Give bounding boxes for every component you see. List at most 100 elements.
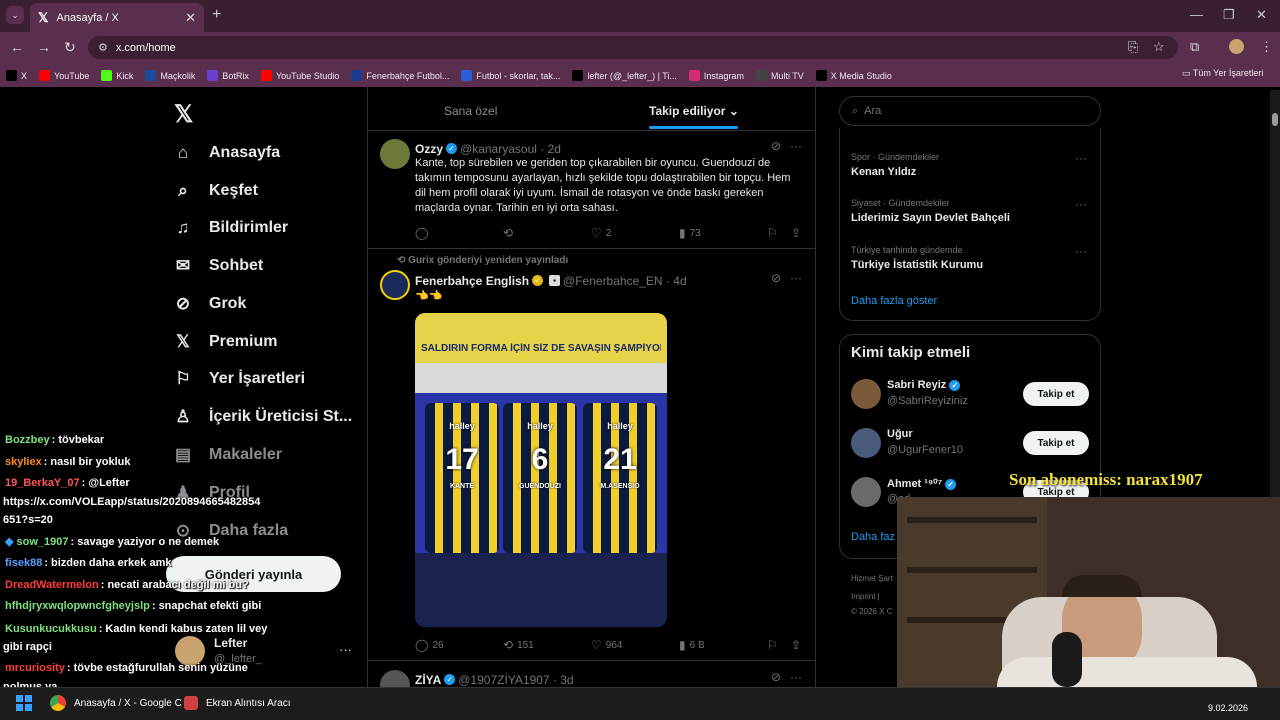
bookmark-star-icon[interactable]: ☆	[1153, 39, 1165, 55]
minimize-icon[interactable]: —	[1190, 7, 1203, 22]
share-icon[interactable]: ⇪	[791, 226, 805, 240]
install-app-icon[interactable]: ⎘	[1128, 39, 1138, 55]
profile-avatar[interactable]	[1229, 39, 1244, 54]
footer-link[interactable]: Imprint |	[851, 592, 880, 601]
bookmark-item[interactable]: X	[6, 70, 27, 81]
bookmark-item[interactable]: lefter (@_lefter_) | Ti...	[572, 70, 677, 81]
trend-more-icon[interactable]: ···	[1075, 244, 1087, 258]
verified-badge-icon: ✓	[945, 478, 957, 490]
tab-following[interactable]: Takip ediliyor ⌄	[649, 104, 739, 118]
footer-link[interactable]: Hizmet Şart	[851, 574, 893, 583]
restore-icon[interactable]: ❐	[1223, 7, 1235, 23]
scrollbar-thumb[interactable]	[1272, 113, 1278, 126]
trend-name[interactable]: Liderimiz Sayın Devlet Bahçeli	[851, 212, 1010, 224]
windows-start-icon[interactable]	[16, 695, 32, 711]
x-logo-icon[interactable]: 𝕏	[174, 100, 193, 129]
avatar[interactable]	[380, 139, 410, 169]
like-button[interactable]: ♡ 964	[591, 638, 622, 652]
taskbar-item-chrome[interactable]: Anasayfa / X - Google C	[50, 690, 182, 716]
bookmark-icon[interactable]: ⚐	[767, 226, 782, 240]
bookmark-item[interactable]: Instagram	[688, 70, 744, 81]
bookmark-item[interactable]: BotRix	[207, 70, 249, 81]
tweet-author[interactable]: Ozzy	[415, 142, 443, 156]
suggest-name[interactable]: Uğur	[887, 428, 913, 440]
repost-icon[interactable]: ⟲	[503, 226, 517, 240]
user-name: Lefter	[214, 636, 248, 650]
tweet-more-icon[interactable]: ···	[790, 139, 802, 153]
bookmark-icon[interactable]: ⚐	[767, 638, 782, 652]
bookmark-item[interactable]: Multi TV	[755, 70, 804, 81]
tweet-handle[interactable]: @Fenerbahce_EN · 4d	[563, 274, 687, 288]
sidebar-item-article[interactable]: ▤ Makaleler	[172, 445, 282, 465]
share-icon[interactable]: ⇪	[791, 638, 805, 652]
follow-button[interactable]: Takip et	[1023, 431, 1089, 455]
new-tab-icon[interactable]: +	[212, 6, 221, 24]
avatar[interactable]	[851, 379, 881, 409]
bookmark-item[interactable]: X Media Studio	[815, 70, 892, 81]
trend-name[interactable]: Türkiye İstatistik Kurumu	[851, 259, 983, 271]
tweet-handle[interactable]: @kanaryasoul · 2d	[460, 142, 561, 156]
sidebar-item-home[interactable]: ⌂ Anasayfa	[172, 143, 280, 163]
bookmark-item[interactable]: Kick	[101, 70, 133, 81]
grok-icon[interactable]: ⊘	[771, 271, 781, 285]
chat-text: : @Lefter	[81, 477, 130, 489]
repost-note-text[interactable]: Gurix gönderiyi yeniden yayınladı	[408, 255, 568, 266]
account-menu-icon[interactable]: ···	[339, 642, 352, 657]
sidebar-item-mail[interactable]: ✉ Sohbet	[172, 256, 263, 276]
reply-icon[interactable]: ◯	[415, 226, 432, 240]
suggest-name[interactable]: Ahmet ¹⁹⁰⁷	[887, 478, 942, 490]
suggest-name[interactable]: Sabri Reyiz	[887, 379, 946, 391]
close-window-icon[interactable]: ✕	[1256, 7, 1267, 23]
like-button[interactable]: ♡ 2	[591, 226, 611, 240]
grok-icon[interactable]: ⊘	[771, 670, 781, 684]
sidebar-item-x[interactable]: 𝕏 Premium	[172, 332, 277, 352]
show-more-link[interactable]: Daha fazla göster	[851, 295, 937, 307]
close-tab-icon[interactable]: ✕	[185, 10, 196, 26]
bookmark-item[interactable]: Fenerbahçe Futbol...	[351, 70, 449, 81]
grok-icon[interactable]: ⊘	[771, 139, 781, 153]
forward-icon[interactable]: →	[37, 39, 51, 55]
browser-tab[interactable]: 𝕏 Anasayfa / X ✕	[30, 3, 204, 32]
reload-icon[interactable]: ↻	[64, 39, 76, 56]
follow-button[interactable]: Takip et	[1023, 382, 1089, 406]
avatar[interactable]	[851, 477, 881, 507]
extensions-icon[interactable]: ⧉	[1190, 39, 1199, 55]
tweet-handle[interactable]: @1907ZİYA1907 · 3d	[458, 673, 573, 687]
tweet-more-icon[interactable]: ···	[790, 670, 802, 684]
site-info-icon[interactable]: ⚙	[98, 41, 108, 54]
tweet-author[interactable]: Fenerbahçe English	[415, 274, 529, 288]
show-more-link[interactable]: Daha faz	[851, 531, 895, 543]
sidebar-item-bell[interactable]: ♫ Bildirimler	[172, 218, 289, 238]
all-bookmarks[interactable]: ▭ Tüm Yer İşaretleri	[1182, 68, 1263, 79]
sidebar-item-creator[interactable]: ♙ İçerik Üreticisi St...	[172, 407, 352, 427]
bookmark-item[interactable]: YouTube Studio	[260, 70, 339, 81]
sidebar-item-bookmark[interactable]: ⚐ Yer İşaretleri	[172, 369, 305, 389]
views-button[interactable]: ▮ 6 B	[679, 638, 705, 652]
tweet-author[interactable]: ZİYA	[415, 673, 441, 687]
avatar[interactable]	[851, 428, 881, 458]
tab-search-icon[interactable]: ⌄	[6, 6, 24, 24]
suggest-handle[interactable]: @UgurFener10	[887, 444, 963, 456]
taskbar-item-snipping[interactable]: Ekran Alıntısı Aracı	[184, 690, 290, 716]
sidebar-item-search[interactable]: ⌕ Keşfet	[172, 181, 258, 201]
repost-button[interactable]: ⟲ 151	[503, 638, 534, 652]
search-input[interactable]: ⌕ Ara	[839, 96, 1101, 126]
back-icon[interactable]: ←	[10, 39, 24, 55]
tweet-media-image[interactable]: SALDIRIN FORMA İÇİN SİZ DE SAVAŞIN ŞAMPİ…	[415, 313, 667, 627]
suggest-handle[interactable]: @SabriReyiziniz	[887, 395, 968, 407]
suggest-name-row: Sabri Reyiz ✓	[887, 379, 963, 391]
trend-more-icon[interactable]: ···	[1075, 197, 1087, 211]
trend-more-icon[interactable]: ···	[1075, 151, 1087, 165]
bookmark-item[interactable]: YouTube	[39, 70, 89, 81]
address-bar[interactable]: ⚙ x.com/home	[88, 36, 1178, 59]
bookmark-item[interactable]: Maçkolik	[145, 70, 195, 81]
views-button[interactable]: ▮ 73	[679, 226, 701, 240]
reply-button[interactable]: ◯ 26	[415, 638, 444, 652]
trend-name[interactable]: Kenan Yıldız	[851, 166, 916, 178]
menu-kebab-icon[interactable]: ⋮	[1260, 39, 1273, 55]
sidebar-item-grok[interactable]: ⊘ Grok	[172, 294, 246, 314]
tab-for-you[interactable]: Sana özel	[444, 104, 497, 118]
tweet-more-icon[interactable]: ···	[790, 271, 802, 285]
avatar[interactable]	[380, 270, 410, 300]
bookmark-item[interactable]: Futbol - skorlar, tak...	[461, 70, 560, 81]
